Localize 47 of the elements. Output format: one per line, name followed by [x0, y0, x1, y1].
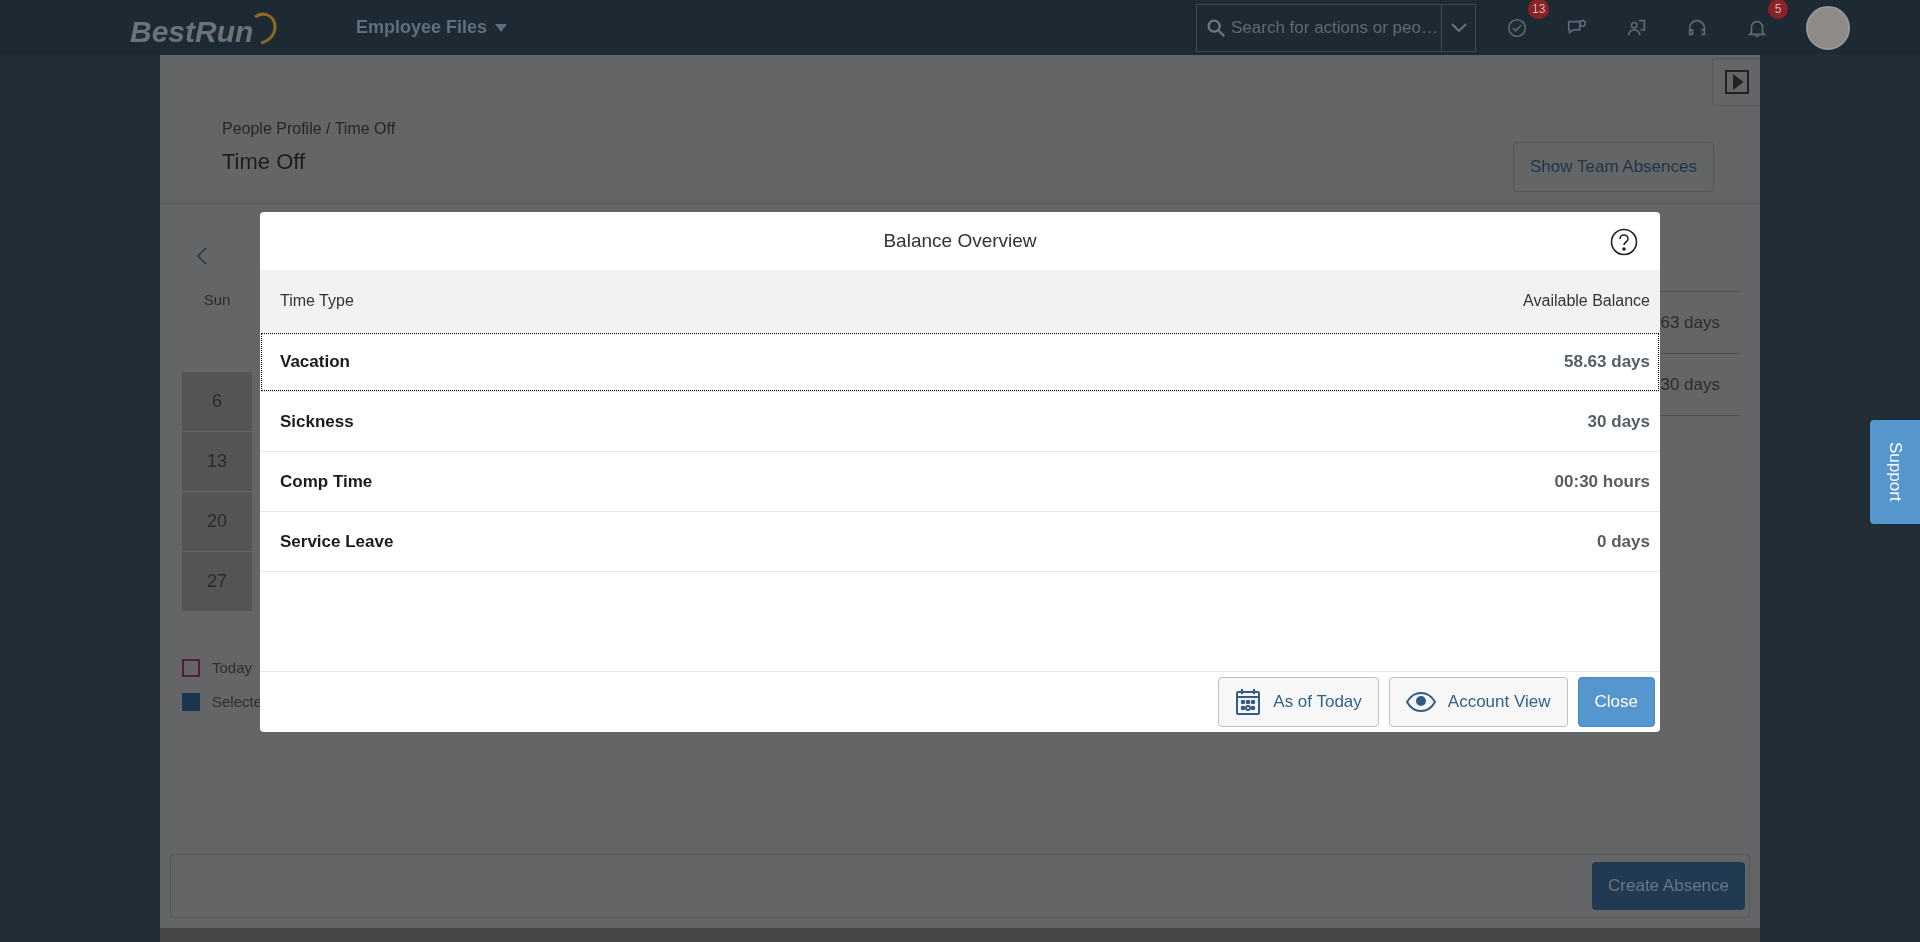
as-of-today-button[interactable]: As of Today: [1218, 677, 1379, 727]
page-title: Time Off: [222, 148, 307, 176]
search-input[interactable]: Search for actions or peo…: [1231, 14, 1441, 41]
create-absence-button[interactable]: Create Absence: [1592, 862, 1745, 910]
show-team-absences-button[interactable]: Show Team Absences: [1513, 142, 1714, 192]
count-badge: 13: [1528, 0, 1550, 19]
close-button[interactable]: Close: [1577, 677, 1655, 727]
balance-text: 63 days: [1660, 311, 1720, 334]
balance-row[interactable]: Vacation 58.63 days: [260, 332, 1660, 392]
balance-row[interactable]: Comp Time 00:30 hours: [260, 452, 1660, 512]
play-button[interactable]: [1712, 58, 1760, 106]
time-type: Comp Time: [280, 470, 373, 493]
search-field[interactable]: Search for actions or peo…: [1196, 3, 1476, 52]
balance-row[interactable]: Sickness 30 days: [260, 392, 1660, 452]
time-type: Sickness: [280, 410, 354, 433]
calendar-icon: [1235, 688, 1262, 716]
check-circle-icon[interactable]: [1506, 16, 1528, 39]
column-header: Time Type: [280, 291, 354, 311]
weekday-label: Sun: [202, 290, 232, 310]
eye-icon: [1405, 692, 1436, 712]
support-tab[interactable]: Support: [1870, 420, 1920, 524]
count-badge: 5: [1768, 0, 1788, 19]
legend-swatch: [182, 693, 200, 712]
account-view-button[interactable]: Account View: [1388, 677, 1568, 727]
logo-text[interactable]: BestRun: [130, 16, 254, 53]
available-balance: 00:30 hours: [1554, 470, 1650, 493]
balance-row[interactable]: Service Leave 0 days: [260, 512, 1660, 572]
dialog-title: Balance Overview: [883, 228, 1037, 253]
available-balance: 58.63 days: [1564, 350, 1650, 373]
legend-label: Selecte: [212, 692, 263, 712]
play-icon: [1724, 70, 1749, 94]
chevron-down-icon[interactable]: [1450, 22, 1467, 33]
avatar[interactable]: [1806, 5, 1850, 50]
help-icon[interactable]: [1610, 228, 1638, 256]
time-type: Service Leave: [280, 530, 394, 553]
legend-label: Today: [212, 657, 253, 678]
cloud-icon: [253, 10, 278, 45]
caret-icon: [495, 23, 508, 32]
module-menu[interactable]: Employee Files: [356, 14, 508, 41]
column-header: Available Balance: [1523, 291, 1650, 311]
legend-swatch: [182, 658, 200, 677]
available-balance: 30 days: [1587, 410, 1650, 433]
balance-text: 30 days: [1660, 373, 1720, 396]
time-type: Vacation: [280, 350, 350, 373]
available-balance: 0 days: [1597, 530, 1650, 553]
chevron-left-icon[interactable]: [196, 247, 208, 265]
breadcrumb[interactable]: People Profile / Time Off: [222, 117, 396, 141]
